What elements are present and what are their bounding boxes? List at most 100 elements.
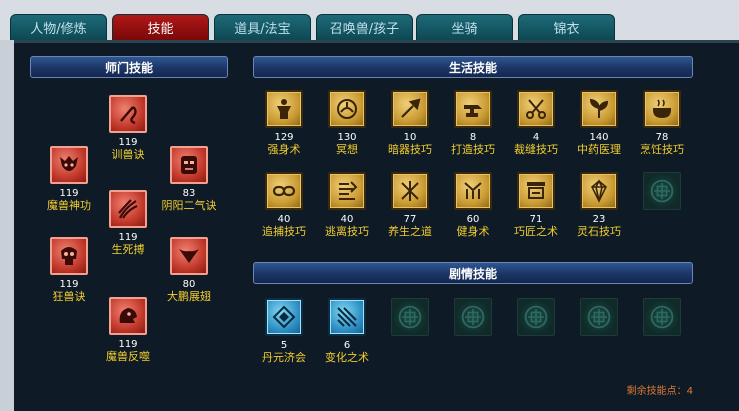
gem-icon[interactable] [580, 172, 618, 210]
skill-name: 狂兽诀 [52, 290, 86, 303]
dart-icon[interactable] [391, 90, 429, 128]
body-icon[interactable] [265, 90, 303, 128]
tab-items[interactable]: 道具/法宝 [214, 14, 311, 40]
skill-name: 阴阳二气诀 [161, 199, 217, 212]
skill-life-12[interactable]: 23 灵石技巧 [569, 172, 629, 238]
skill-name: 打造技巧 [451, 143, 495, 156]
skill-life-6[interactable]: 78 烹饪技巧 [632, 90, 692, 156]
skill-name: 训兽诀 [111, 148, 145, 161]
scissors-icon[interactable] [517, 90, 555, 128]
skill-level: 71 [529, 214, 543, 225]
skill-life-0[interactable]: 129 强身术 [254, 90, 314, 156]
skill-name: 强身术 [267, 143, 301, 156]
skill-name: 中药医理 [577, 143, 621, 156]
skill-name: 生死搏 [111, 243, 145, 256]
skill-name: 魔兽神功 [47, 199, 91, 212]
skill-level: 140 [589, 132, 609, 143]
empty-skill-slot [632, 298, 692, 336]
skill-sect-3[interactable]: 119 生死搏 [98, 190, 158, 256]
empty-skill-slot [569, 298, 629, 336]
skill-level: 129 [274, 132, 294, 143]
tab-outfits[interactable]: 锦衣 [518, 14, 615, 40]
skill-life-10[interactable]: 60 健身术 [443, 172, 503, 238]
skill-plot-0[interactable]: 5 丹元济会 [254, 298, 314, 364]
skills-panel: 师门技能 生活技能 剧情技能 119 训兽诀 119 魔兽神功 83 阴阳二气诀 119 生死… [14, 40, 739, 411]
skill-level: 40 [340, 214, 354, 225]
skill-sect-6[interactable]: 119 魔兽反噬 [98, 297, 158, 363]
skill-life-3[interactable]: 8 打造技巧 [443, 90, 503, 156]
empty-slot-icon [643, 172, 681, 210]
skill-name: 灵石技巧 [577, 225, 621, 238]
tab-mounts[interactable]: 坐骑 [416, 14, 513, 40]
skill-sect-4[interactable]: 119 狂兽诀 [39, 237, 99, 303]
skill-life-11[interactable]: 71 巧匠之术 [506, 172, 566, 238]
claw-icon[interactable] [109, 190, 147, 228]
skill-life-1[interactable]: 130 冥想 [317, 90, 377, 156]
skull-icon[interactable] [50, 237, 88, 275]
skill-name: 健身术 [456, 225, 490, 238]
beast-head-icon[interactable] [109, 297, 147, 335]
skill-name: 冥想 [336, 143, 358, 156]
empty-skill-slot [506, 298, 566, 336]
whip-icon[interactable] [109, 95, 147, 133]
empty-skill-slot [632, 172, 692, 210]
tab-character[interactable]: 人物/修炼 [10, 14, 107, 40]
transform-icon[interactable] [328, 298, 366, 336]
skill-level: 6 [343, 340, 351, 351]
skill-level: 40 [277, 214, 291, 225]
skill-level: 77 [403, 214, 417, 225]
craft-icon[interactable] [517, 172, 555, 210]
skill-sect-1[interactable]: 119 魔兽神功 [39, 146, 99, 212]
skill-level: 119 [118, 137, 138, 148]
mask-icon[interactable] [170, 146, 208, 184]
skill-name: 裁缝技巧 [514, 143, 558, 156]
empty-skill-slot [443, 298, 503, 336]
plot-skills-header: 剧情技能 [253, 262, 693, 284]
demon-face-icon[interactable] [50, 146, 88, 184]
skill-level: 8 [469, 132, 477, 143]
skill-level: 60 [466, 214, 480, 225]
fitness-icon[interactable] [454, 172, 492, 210]
skill-level: 80 [182, 279, 196, 290]
skill-sect-5[interactable]: 80 大鹏展翅 [159, 237, 219, 303]
skill-sect-2[interactable]: 83 阴阳二气诀 [159, 146, 219, 212]
skill-level: 23 [592, 214, 606, 225]
remaining-skill-points: 剩余技能点：4 [626, 386, 693, 397]
skill-life-9[interactable]: 77 养生之道 [380, 172, 440, 238]
skill-level: 119 [59, 279, 79, 290]
tab-skills[interactable]: 技能 [112, 14, 209, 40]
skill-sect-0[interactable]: 119 训兽诀 [98, 95, 158, 161]
run-icon[interactable] [328, 172, 366, 210]
skill-life-5[interactable]: 140 中药医理 [569, 90, 629, 156]
skill-name: 养生之道 [388, 225, 432, 238]
elixir-icon[interactable] [265, 298, 303, 336]
skill-life-2[interactable]: 10 暗器技巧 [380, 90, 440, 156]
skill-name: 大鹏展翅 [167, 290, 211, 303]
skill-life-7[interactable]: 40 追捕技巧 [254, 172, 314, 238]
empty-slot-icon [454, 298, 492, 336]
herb-icon[interactable] [580, 90, 618, 128]
skill-name: 追捕技巧 [262, 225, 306, 238]
skill-life-4[interactable]: 4 裁缝技巧 [506, 90, 566, 156]
chain-icon[interactable] [265, 172, 303, 210]
empty-skill-slot [380, 298, 440, 336]
pot-icon[interactable] [643, 90, 681, 128]
empty-slot-icon [580, 298, 618, 336]
anvil-icon[interactable] [454, 90, 492, 128]
sect-skills-header: 师门技能 [30, 56, 228, 78]
meditate-icon[interactable] [328, 90, 366, 128]
skill-plot-1[interactable]: 6 变化之术 [317, 298, 377, 364]
skill-window: 人物/修炼 技能 道具/法宝 召唤兽/孩子 坐骑 锦衣 师门技能 生活技能 剧情… [0, 0, 739, 411]
tab-pets[interactable]: 召唤兽/孩子 [316, 14, 413, 40]
skill-level: 10 [403, 132, 417, 143]
wings-icon[interactable] [170, 237, 208, 275]
skill-level: 119 [59, 188, 79, 199]
nurture-icon[interactable] [391, 172, 429, 210]
empty-slot-icon [391, 298, 429, 336]
skill-name: 变化之术 [325, 351, 369, 364]
skill-name: 暗器技巧 [388, 143, 432, 156]
skill-name: 巧匠之术 [514, 225, 558, 238]
skill-level: 78 [655, 132, 669, 143]
skill-level: 83 [182, 188, 196, 199]
skill-life-8[interactable]: 40 逃离技巧 [317, 172, 377, 238]
